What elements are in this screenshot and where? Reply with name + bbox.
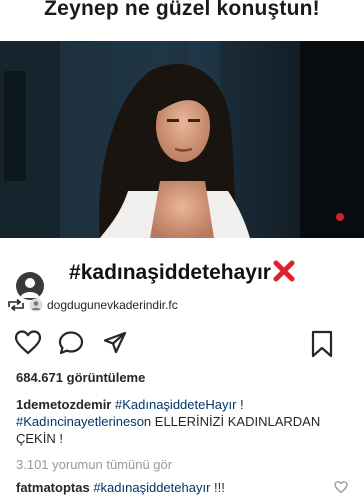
action-bar bbox=[0, 330, 364, 358]
hashtag-title: #kadınaşiddetehayır bbox=[0, 260, 364, 285]
hashtag-title-text: #kadınaşiddetehayır bbox=[69, 261, 271, 284]
caption-text: ! bbox=[236, 397, 244, 412]
caption-hashtag[interactable]: #KadınaşiddeteHayır bbox=[115, 397, 236, 412]
caption-hashtag[interactable]: #Kadıncinayetlerineson bbox=[16, 414, 151, 429]
views-number: 684.671 bbox=[16, 370, 63, 385]
heart-icon[interactable] bbox=[14, 330, 42, 356]
comment-hashtag[interactable]: #kadınaşiddetehayır bbox=[93, 480, 210, 495]
overlay-caption: Zeynep ne güzel konuştun! bbox=[0, 0, 364, 40]
views-count[interactable]: 684.671 görüntüleme bbox=[16, 370, 145, 385]
post-caption: 1demetozdemir #KadınaşiddeteHayır ! #Kad… bbox=[16, 396, 346, 447]
comment-row: fatmatoptas #kadınaşiddetehayır !!! bbox=[16, 480, 225, 495]
video-frame bbox=[0, 41, 364, 238]
comment-username[interactable]: fatmatoptas bbox=[16, 480, 90, 495]
overlay-caption-text: Zeynep ne güzel konuştun! bbox=[44, 0, 320, 20]
repost-username[interactable]: dogdugunevkaderindir.fc bbox=[47, 298, 178, 312]
share-icon[interactable] bbox=[102, 330, 128, 356]
repost-icon bbox=[8, 298, 24, 312]
view-all-comments-link[interactable]: 3.101 yorumun tümünü gör bbox=[16, 457, 172, 472]
views-label: görüntüleme bbox=[66, 370, 146, 385]
caption-username[interactable]: 1demetozdemir bbox=[16, 397, 111, 412]
video-player[interactable] bbox=[0, 41, 364, 238]
comment-like-heart-icon[interactable] bbox=[334, 481, 348, 494]
bookmark-icon[interactable] bbox=[310, 330, 334, 358]
comment-icon[interactable] bbox=[58, 330, 85, 356]
comment-text: !!! bbox=[210, 480, 225, 495]
cross-icon bbox=[273, 260, 295, 282]
repost-avatar-icon bbox=[29, 298, 43, 312]
repost-row[interactable]: dogdugunevkaderindir.fc bbox=[7, 296, 178, 314]
